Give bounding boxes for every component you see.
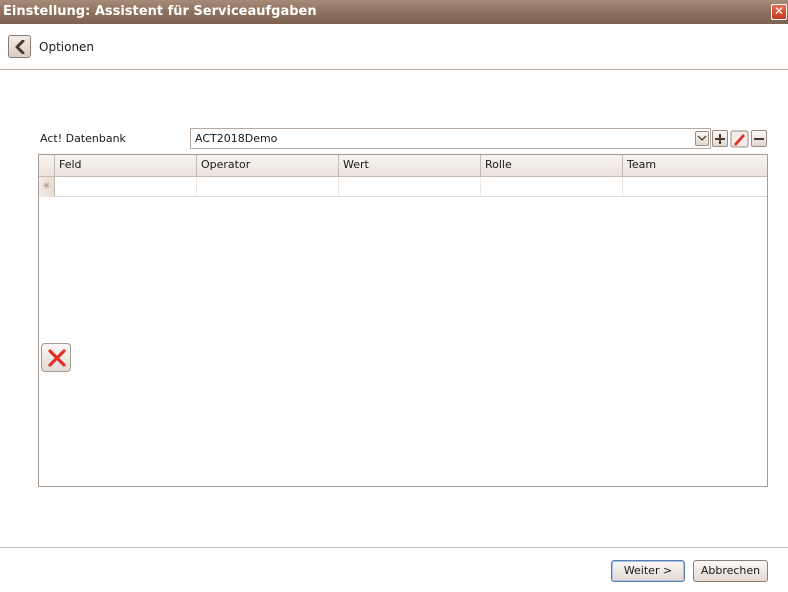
column-header-team[interactable]: Team [623, 155, 767, 177]
nav-bar: Optionen [0, 24, 788, 70]
footer-divider [0, 547, 788, 548]
window-titlebar: Einstellung: Assistent für Serviceaufgab… [0, 0, 788, 24]
column-header-wert[interactable]: Wert [339, 155, 481, 177]
close-icon[interactable]: ✕ [771, 4, 787, 20]
cell-wert[interactable] [339, 177, 481, 197]
new-row-indicator-icon: ✳ [39, 177, 55, 197]
cell-operator[interactable] [197, 177, 339, 197]
back-button[interactable] [8, 35, 31, 58]
edit-database-button[interactable] [730, 130, 749, 148]
grid-header-corner [39, 155, 55, 177]
page-title: Optionen [39, 40, 95, 54]
grid-header: Feld Operator Wert Rolle Team [39, 155, 767, 177]
delete-row-button[interactable] [41, 343, 71, 372]
column-header-rolle[interactable]: Rolle [481, 155, 623, 177]
database-select[interactable]: ACT2018Demo [190, 128, 711, 149]
column-header-feld[interactable]: Feld [55, 155, 197, 177]
column-header-operator[interactable]: Operator [197, 155, 339, 177]
cell-rolle[interactable] [481, 177, 623, 197]
database-selected-value: ACT2018Demo [195, 132, 278, 145]
criteria-grid[interactable]: Feld Operator Wert Rolle Team ✳ [38, 154, 768, 487]
window-title: Einstellung: Assistent für Serviceaufgab… [3, 4, 317, 19]
dropdown-arrow-icon[interactable] [695, 131, 709, 146]
new-row[interactable]: ✳ [39, 177, 767, 197]
pencil-icon [730, 130, 749, 148]
cancel-button[interactable]: Abbrechen [693, 560, 768, 582]
cell-team[interactable] [623, 177, 767, 197]
plus-icon [715, 134, 725, 144]
minus-icon [754, 138, 764, 140]
delete-x-icon [48, 349, 66, 367]
cell-feld[interactable] [55, 177, 197, 197]
add-database-button[interactable] [712, 130, 728, 147]
database-label: Act! Datenbank [40, 132, 126, 145]
chevron-left-icon [15, 39, 24, 55]
next-button[interactable]: Weiter > [611, 560, 685, 582]
remove-database-button[interactable] [751, 130, 767, 147]
